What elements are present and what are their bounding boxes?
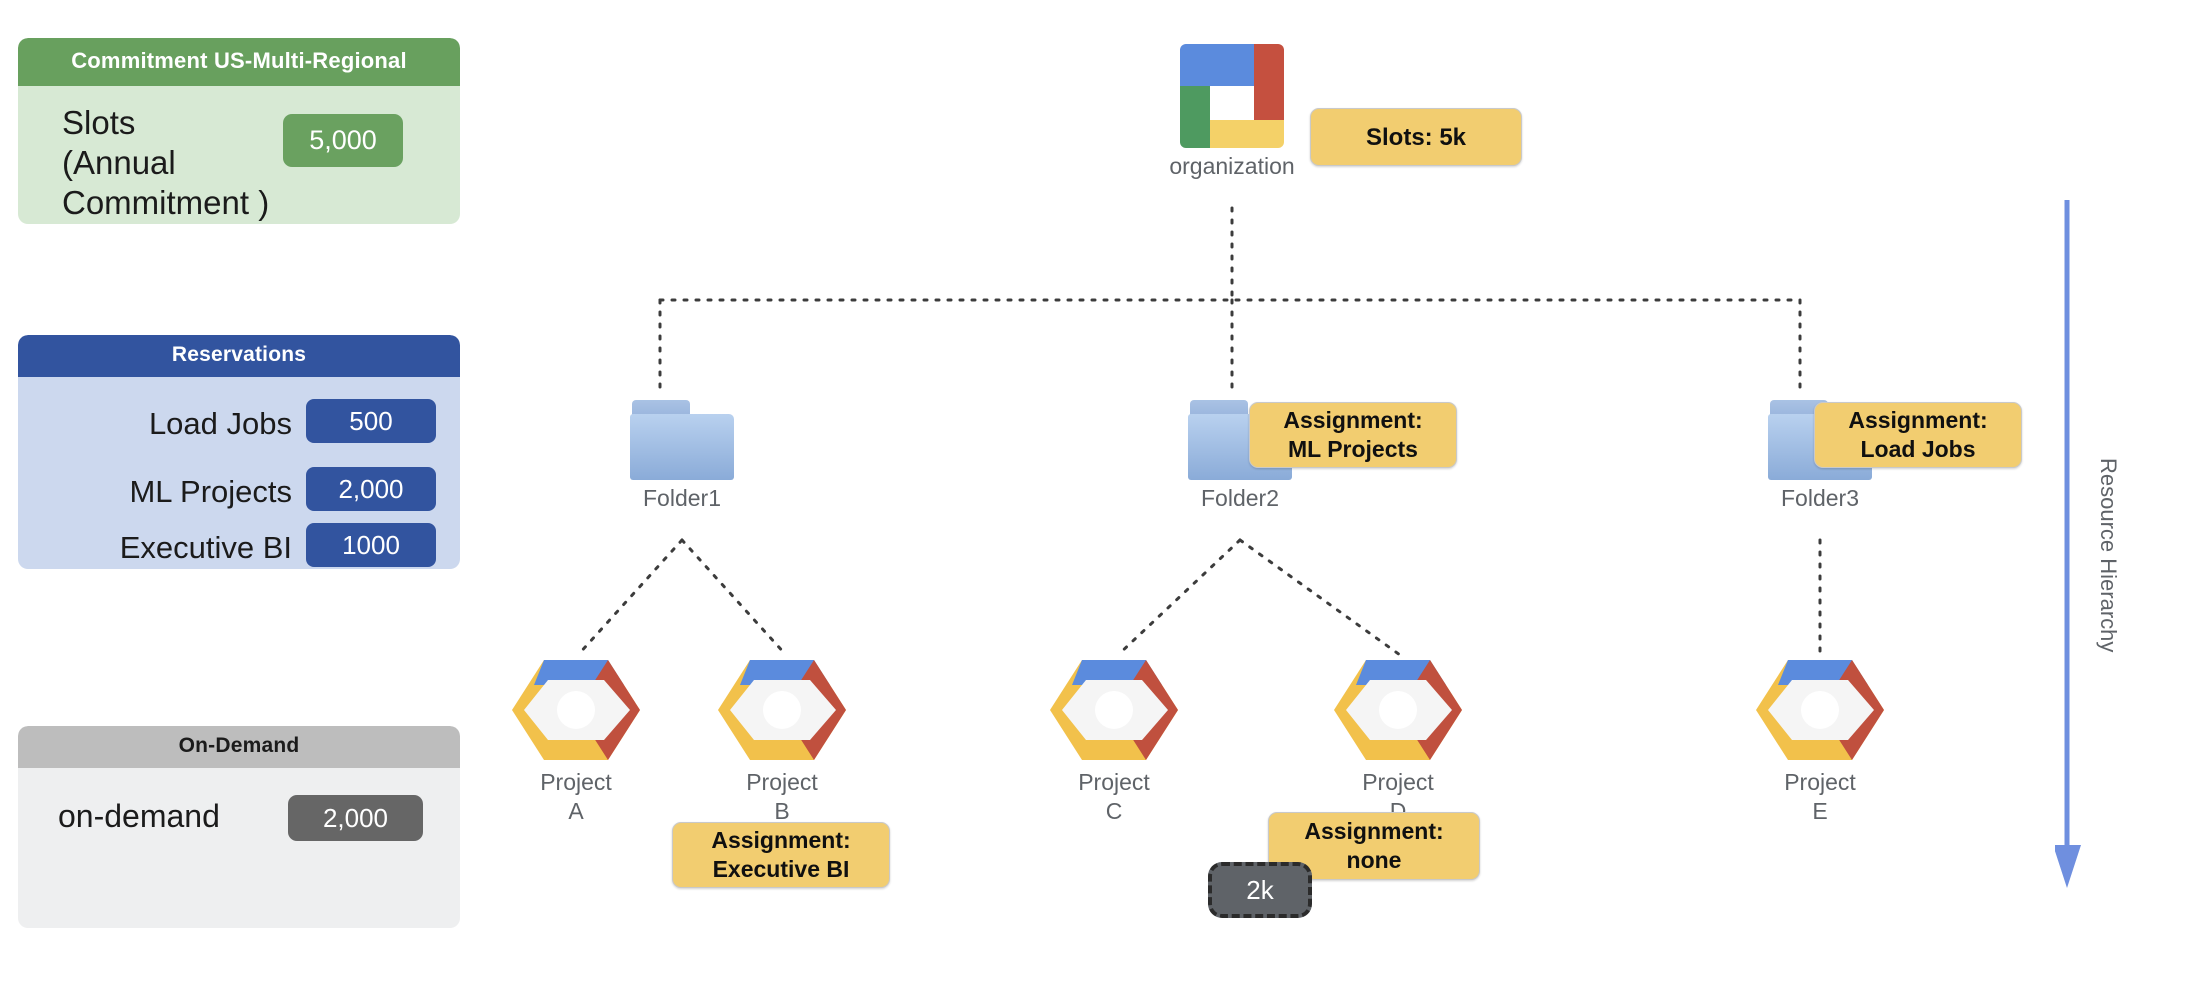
resource-hierarchy-diagram: organization Slots: 5k Folder1 Folder2 A…	[0, 0, 2200, 986]
projectB-assignment-badge: Assignment: Executive BI	[672, 822, 890, 888]
connector-folder1-to-projectB	[680, 538, 788, 657]
project-node-e[interactable]: Project E	[1750, 652, 1890, 826]
organization-label: organization	[1169, 153, 1295, 179]
folder2-assignment-badge: Assignment: ML Projects	[1249, 402, 1457, 468]
google-cloud-project-icon	[1050, 652, 1178, 764]
folder3-assignment-badge: Assignment: Load Jobs	[1814, 402, 2022, 468]
connector-folder2-to-projectC	[1116, 538, 1242, 657]
project-label: Project C	[1078, 769, 1150, 824]
google-cloud-project-icon	[718, 652, 846, 764]
organization-slots-badge: Slots: 5k	[1310, 108, 1522, 166]
google-cloud-project-icon	[512, 652, 640, 764]
google-cloud-project-icon	[1334, 652, 1462, 764]
resource-hierarchy-label: Resource Hierarchy	[2096, 458, 2121, 653]
organization-node[interactable]: organization	[1162, 44, 1302, 181]
project-node-c[interactable]: Project C	[1044, 652, 1184, 826]
project-node-d[interactable]: Project D	[1328, 652, 1468, 826]
resource-hierarchy-arrow-group: Resource Hierarchy	[2053, 200, 2185, 890]
google-cloud-organization-icon	[1180, 44, 1284, 148]
folder-label: Folder1	[643, 485, 721, 511]
project-label: Project B	[746, 769, 818, 824]
project-node-a[interactable]: Project A	[506, 652, 646, 826]
connector-folder2-to-projectD	[1238, 538, 1402, 657]
folder-label: Folder3	[1781, 485, 1859, 511]
google-cloud-project-icon	[1756, 652, 1884, 764]
folder-node-1[interactable]: Folder1	[608, 400, 756, 513]
project-label: Project A	[540, 769, 612, 824]
project-label: Project E	[1784, 769, 1856, 824]
folder-icon	[630, 400, 734, 480]
projectD-slots-dashed-chip: 2k	[1208, 862, 1312, 918]
project-node-b[interactable]: Project B	[712, 652, 852, 826]
connector-folder1-to-projectA	[576, 538, 684, 657]
folder-label: Folder2	[1201, 485, 1279, 511]
